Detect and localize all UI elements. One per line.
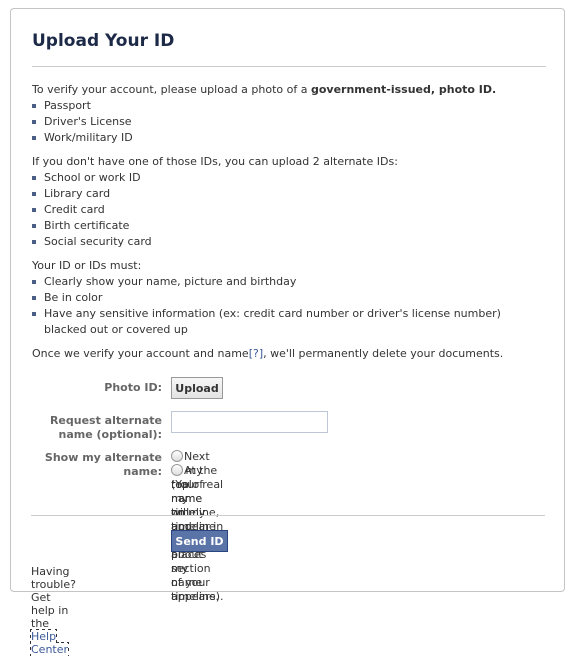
delete-note: Once we verify your account and name[?],… bbox=[32, 347, 504, 360]
list-item: Library card bbox=[32, 186, 546, 202]
list-item: Passport bbox=[32, 98, 546, 114]
requirements-list: Clearly show your name, picture and birt… bbox=[32, 274, 546, 338]
alternate-id-list: School or work ID Library card Credit ca… bbox=[32, 170, 546, 250]
list-item: School or work ID bbox=[32, 170, 546, 186]
send-id-button[interactable]: Send ID bbox=[171, 530, 228, 552]
page-title: Upload Your ID bbox=[32, 31, 175, 51]
upload-button[interactable]: Upload bbox=[171, 377, 223, 399]
help-tooltip-link[interactable]: [?] bbox=[249, 347, 263, 360]
show-alt-name-label: Show my alternate name: bbox=[44, 451, 162, 478]
upload-id-card: Upload Your ID To verify your account, p… bbox=[10, 8, 565, 592]
list-item: Credit card bbox=[32, 202, 546, 218]
list-item: Birth certificate bbox=[32, 218, 546, 234]
radio-button[interactable] bbox=[171, 464, 183, 476]
intro-text: To verify your account, please upload a … bbox=[32, 83, 497, 96]
list-item: Work/military ID bbox=[32, 130, 546, 146]
photo-id-label: Photo ID: bbox=[104, 381, 162, 394]
help-center-link[interactable]: Help Center bbox=[29, 629, 70, 656]
instructions: To verify your account, please upload a … bbox=[32, 82, 546, 362]
list-item: Driver's License bbox=[32, 114, 546, 130]
trouble-text: Having trouble? Get help in the Help Cen… bbox=[29, 565, 76, 656]
requirements-text: Your ID or IDs must: bbox=[32, 259, 142, 272]
alternate-text: If you don't have one of those IDs, you … bbox=[32, 155, 398, 168]
alt-name-input[interactable] bbox=[171, 411, 328, 433]
header-divider bbox=[32, 66, 546, 67]
primary-id-list: Passport Driver's License Work/military … bbox=[32, 98, 546, 146]
list-item: Social security card bbox=[32, 234, 546, 250]
list-item: Have any sensitive information (ex: cred… bbox=[32, 306, 546, 338]
alt-name-label: Request alternate name (optional): bbox=[49, 414, 162, 441]
radio-button[interactable] bbox=[171, 450, 183, 462]
list-item: Clearly show your name, picture and birt… bbox=[32, 274, 546, 290]
footer-divider bbox=[31, 515, 545, 516]
list-item: Be in color bbox=[32, 290, 546, 306]
